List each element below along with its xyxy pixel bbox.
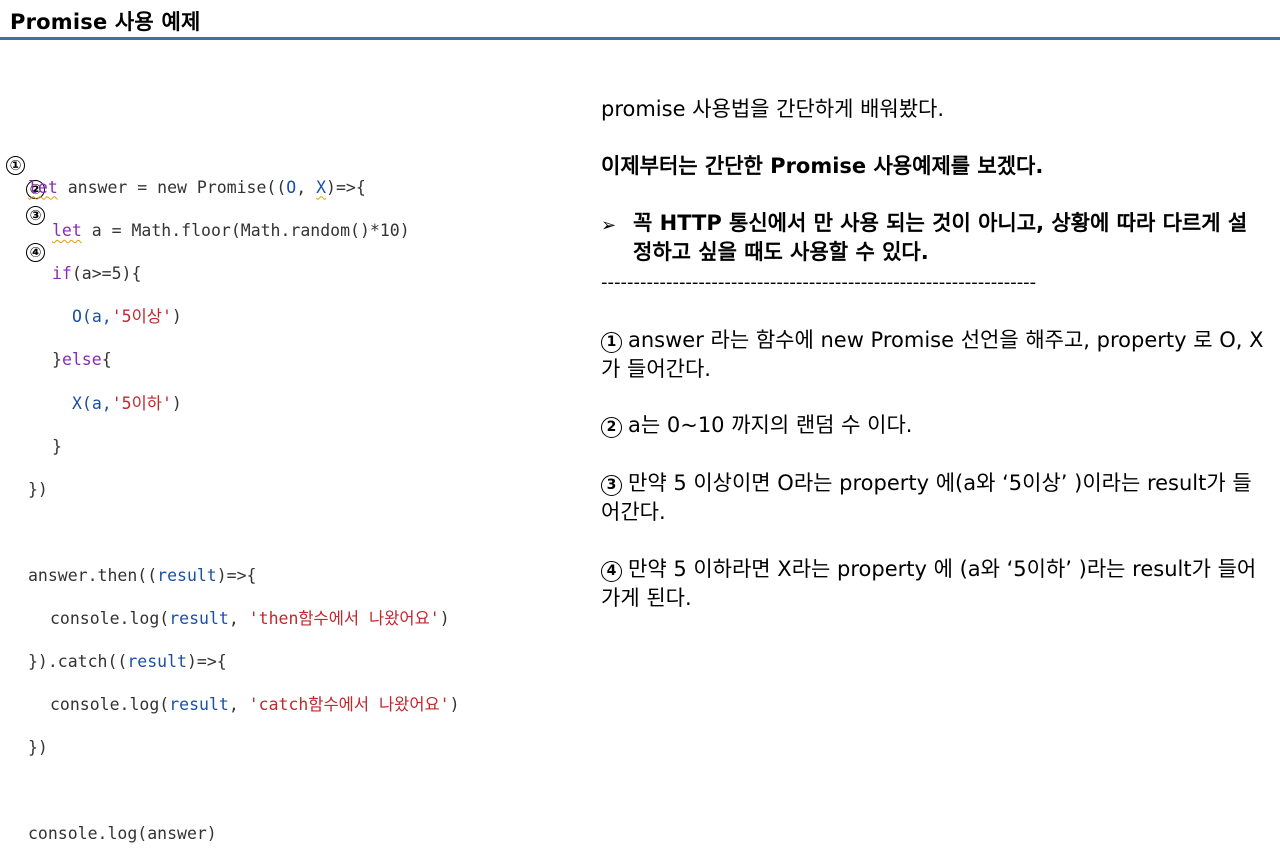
code-line-8: }) [28,479,48,499]
code-marker-1: ① [6,156,25,175]
code-line-6: X(a,'5이하') [72,393,182,413]
explanation-item-3: 3 만약 5 이상이면 O라는 property 에(a와 ‘5이상’ )이라는 … [601,471,1252,524]
bullet-point: ➢ 꼭 HTTP 통신에서 만 사용 되는 것이 아니고, 상황에 따라 다르게… [601,209,1266,267]
explanation-item-2: 2 a는 0~10 까지의 랜덤 수 이다. [601,411,1266,440]
code-line-11: }).catch((result)=>{ [28,652,227,672]
code-snippet: let answer = new Promise((O, X)=>{ let a… [28,155,460,866]
code-line-3: if(a>=5){ [52,263,142,283]
code-line-4: O(a,'5이상') [72,307,182,327]
code-line-13: }) [28,738,48,758]
item-number-badge: 1 [601,332,622,353]
item-number-badge: 4 [601,561,622,582]
slide-title: Promise 사용 예제 [10,10,201,34]
code-line-12: console.log(result, 'catch함수에서 나왔어요') [50,695,460,715]
explanation-item-4: 4 만약 5 이하라면 X라는 property 에 (a와 ‘5이하’ )라는 … [601,557,1257,610]
title-divider [0,37,1280,40]
item-number-badge: 3 [601,475,622,496]
code-line-2: let a = Math.floor(Math.random()*10) [52,220,410,240]
code-line-7: } [52,436,62,456]
item-number-badge: 2 [601,417,622,438]
code-line-9: answer.then((result)=>{ [28,565,257,585]
lead-text: 이제부터는 간단한 Promise 사용예제를 보겠다. [601,154,1044,178]
code-line-10: console.log(result, 'then함수에서 나왔어요') [50,608,450,628]
bullet-text: 꼭 HTTP 통신에서 만 사용 되는 것이 아니고, 상황에 따라 다르게 설… [633,211,1248,264]
explanation-item-1: 1 answer 라는 함수에 new Promise 선언을 해주고, prop… [601,328,1264,381]
code-line-1: let answer = new Promise((O, X)=>{ [28,177,366,197]
dashed-divider: ----------------------------------------… [601,272,1037,293]
arrow-bullet-icon: ➢ [601,215,617,236]
code-line-14: console.log(answer) [28,824,217,844]
code-line-5: }else{ [52,350,112,370]
intro-text: promise 사용법을 간단하게 배워봤다. [601,97,945,121]
